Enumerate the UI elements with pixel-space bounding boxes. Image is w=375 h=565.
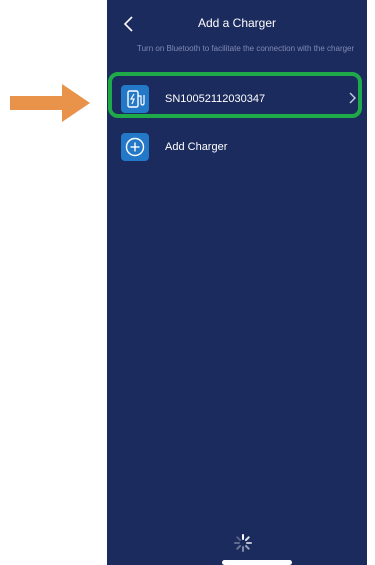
- chevron-right-icon: [349, 92, 356, 104]
- header: Add a Charger: [107, 10, 367, 38]
- charger-serial: SN10052112030347: [165, 93, 266, 105]
- page-title: Add a Charger: [197, 16, 277, 30]
- screenshot-canvas: Add a Charger Turn on Bluetooth to facil…: [0, 0, 375, 565]
- add-charger-button[interactable]: Add Charger: [107, 130, 367, 166]
- plus-circle-icon: [121, 133, 149, 161]
- phone-screen: Add a Charger Turn on Bluetooth to facil…: [107, 0, 367, 565]
- arrow-right-icon: [10, 84, 90, 122]
- bluetooth-hint: Turn on Bluetooth to facilitate the conn…: [137, 44, 355, 53]
- loading-spinner-icon: [234, 534, 252, 552]
- ev-charger-icon: [121, 85, 149, 113]
- home-indicator: [222, 560, 292, 565]
- add-charger-label: Add Charger: [165, 141, 228, 153]
- charger-list-item[interactable]: SN10052112030347: [107, 76, 367, 120]
